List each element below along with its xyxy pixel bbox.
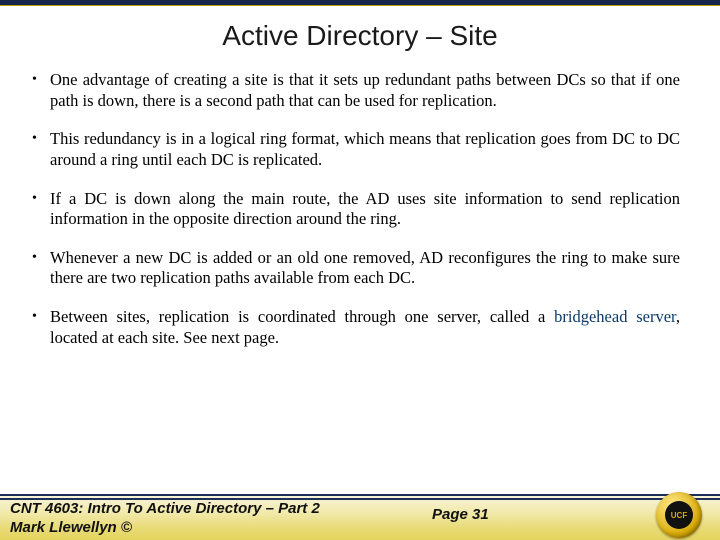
bullet-text: This redundancy is in a logical ring for… [50,129,680,170]
footer-bar: CNT 4603: Intro To Active Directory – Pa… [0,494,720,540]
bullet-dot: • [32,189,50,209]
bullet-dot: • [32,129,50,149]
footer-author: Mark Llewellyn © [10,519,132,536]
top-border [0,0,720,6]
bullet-text: If a DC is down along the main route, th… [50,189,680,230]
bullet-item: • If a DC is down along the main route, … [32,189,680,230]
footer-course: CNT 4603: Intro To Active Directory – Pa… [10,500,320,517]
bullet-item: • Between sites, replication is coordina… [32,307,680,348]
bullet-item: • One advantage of creating a site is th… [32,70,680,111]
bullet-list: • One advantage of creating a site is th… [32,70,680,348]
bullet-dot: • [32,248,50,268]
slide-title: Active Directory – Site [0,20,720,52]
footer: CNT 4603: Intro To Active Directory – Pa… [0,494,720,540]
bullet-item: • Whenever a new DC is added or an old o… [32,248,680,289]
bullet-text: Between sites, replication is coordinate… [50,307,680,348]
bullet-text: Whenever a new DC is added or an old one… [50,248,680,289]
bullet-dot: • [32,70,50,90]
footer-course-author: CNT 4603: Intro To Active Directory – Pa… [10,500,320,538]
footer-page: Page 31 [432,506,489,523]
ucf-logo-icon: UCF [656,492,702,538]
bullet-item: • This redundancy is in a logical ring f… [32,129,680,170]
slide-content: • One advantage of creating a site is th… [0,70,720,348]
bullet-text: One advantage of creating a site is that… [50,70,680,111]
bullet-dot: • [32,307,50,327]
